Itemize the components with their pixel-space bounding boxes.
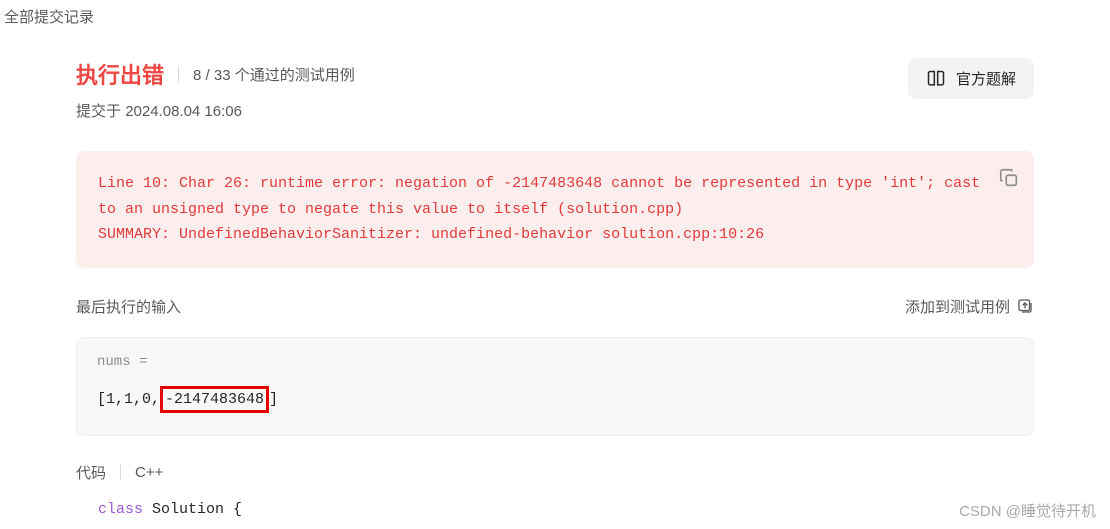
- add-testcase-label: 添加到测试用例: [905, 296, 1010, 317]
- official-solution-button[interactable]: 官方题解: [908, 58, 1034, 99]
- solution-btn-label: 官方题解: [956, 68, 1016, 89]
- input-value-highlight: -2147483648: [160, 386, 269, 413]
- last-input-box: nums = [1,1,0,-2147483648]: [76, 337, 1034, 436]
- test-count: 8 / 33 个通过的测试用例: [193, 64, 355, 85]
- submitted-time: 2024.08.04 16:06: [125, 103, 242, 120]
- book-open-icon: [926, 69, 946, 89]
- code-lang: C++: [135, 464, 163, 481]
- code-block: class Solution {: [76, 501, 1034, 518]
- code-keyword: class: [98, 501, 143, 518]
- divider: [178, 66, 179, 82]
- content-area: 执行出错 8 / 33 个通过的测试用例 提交于 2024.08.04 16:0…: [0, 34, 1110, 518]
- input-value-prefix: [1,1,0,: [97, 391, 160, 408]
- error-text: Line 10: Char 26: runtime error: negatio…: [98, 171, 986, 248]
- input-value-suffix: ]: [269, 391, 278, 408]
- submitted-at: 提交于 2024.08.04 16:06: [76, 100, 355, 121]
- status-line: 执行出错 8 / 33 个通过的测试用例: [76, 58, 355, 90]
- copy-icon[interactable]: [998, 167, 1020, 189]
- status-block: 执行出错 8 / 33 个通过的测试用例 提交于 2024.08.04 16:0…: [76, 58, 355, 121]
- last-input-title: 最后执行的输入: [76, 296, 181, 317]
- input-var-label: nums =: [97, 354, 1013, 370]
- error-panel: Line 10: Char 26: runtime error: negatio…: [76, 151, 1034, 268]
- code-label: 代码: [76, 462, 106, 483]
- submission-header: 执行出错 8 / 33 个通过的测试用例 提交于 2024.08.04 16:0…: [76, 58, 1034, 121]
- submitted-prefix: 提交于: [76, 103, 121, 120]
- send-icon: [1016, 297, 1034, 315]
- tab-label: 全部提交记录: [4, 9, 94, 26]
- code-header: 代码 C++: [76, 462, 1034, 483]
- code-classname: Solution: [143, 501, 233, 518]
- divider: [120, 464, 121, 480]
- last-input-header: 最后执行的输入 添加到测试用例: [76, 296, 1034, 317]
- tab-all-submissions[interactable]: 全部提交记录: [0, 0, 1110, 34]
- add-testcase-button[interactable]: 添加到测试用例: [905, 296, 1034, 317]
- code-brace: {: [233, 501, 242, 518]
- input-value: [1,1,0,-2147483648]: [97, 386, 1013, 413]
- status-title: 执行出错: [76, 58, 164, 90]
